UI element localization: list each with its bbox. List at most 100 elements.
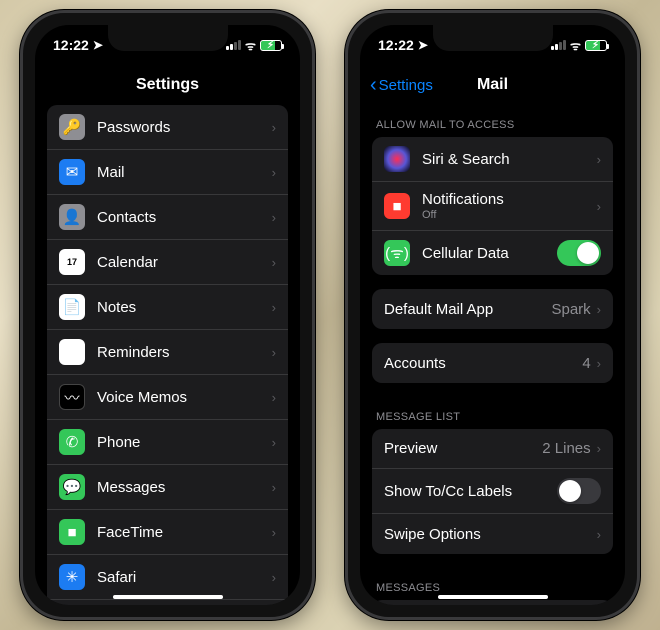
row-phone[interactable]: ✆ Phone › [47, 420, 288, 465]
home-indicator[interactable] [113, 595, 223, 599]
row-contacts[interactable]: 👤 Contacts › [47, 195, 288, 240]
location-icon: ➤ [93, 38, 103, 52]
battery-icon: ⚡︎ [260, 40, 282, 51]
row-label: Phone [97, 434, 272, 451]
status-time: 12:22 [53, 37, 89, 53]
chevron-right-icon: › [272, 345, 276, 360]
row-notes[interactable]: 📄 Notes › [47, 285, 288, 330]
row-swipe-options[interactable]: Swipe Options › [372, 514, 613, 554]
screen-left: 12:22 ➤ ᯤ ⚡︎ Settings 🔑 Passwords › ✉︎ M… [35, 25, 300, 605]
back-label: Settings [379, 77, 433, 94]
reminders-icon: ⦿ [59, 339, 85, 365]
row-cellular[interactable]: (ᯤ) Cellular Data [372, 231, 613, 275]
row-label: Passwords [97, 119, 272, 136]
row-label: Safari [97, 569, 272, 586]
row-label: Swipe Options [384, 526, 597, 543]
chevron-right-icon: › [597, 527, 601, 542]
chevron-right-icon: › [272, 210, 276, 225]
phone-left: 12:22 ➤ ᯤ ⚡︎ Settings 🔑 Passwords › ✉︎ M… [20, 10, 315, 620]
row-default-mail-app[interactable]: Default Mail App Spark › [372, 289, 613, 329]
row-label: Siri & Search [422, 151, 597, 168]
cellular-icon: (ᯤ) [384, 240, 410, 266]
chevron-right-icon: › [597, 152, 601, 167]
row-label: Calendar [97, 254, 272, 271]
chevron-right-icon: › [272, 480, 276, 495]
voicememos-icon: 〰 [59, 384, 85, 410]
notch [108, 25, 228, 51]
mail-settings[interactable]: ALLOW MAIL TO ACCESS Siri & Search › ■ N… [360, 105, 625, 605]
row-safari[interactable]: ✳︎ Safari › [47, 555, 288, 600]
notch [433, 25, 553, 51]
row-news[interactable]: N News › [47, 600, 288, 605]
row-ask-before-deleting[interactable]: Ask Before Deleting [372, 600, 613, 605]
row-mail[interactable]: ✉︎ Mail › [47, 150, 288, 195]
settings-list[interactable]: 🔑 Passwords › ✉︎ Mail › 👤 Contacts › 17 … [35, 105, 300, 605]
chevron-right-icon: › [272, 570, 276, 585]
row-reminders[interactable]: ⦿ Reminders › [47, 330, 288, 375]
safari-icon: ✳︎ [59, 564, 85, 590]
row-label: Cellular Data [422, 245, 557, 262]
nav-bar-left: Settings [35, 65, 300, 105]
row-messages[interactable]: 💬 Messages › [47, 465, 288, 510]
notes-icon: 📄 [59, 294, 85, 320]
location-icon: ➤ [418, 38, 428, 52]
signal-icon [551, 40, 566, 50]
siri-icon [384, 146, 410, 172]
page-title: Settings [136, 76, 199, 94]
toggle-switch[interactable] [557, 240, 601, 266]
chevron-right-icon: › [272, 165, 276, 180]
row-notifications[interactable]: ■ NotificationsOff › [372, 182, 613, 231]
row-sub: Off [422, 209, 597, 221]
accounts-group: Accounts 4 › [372, 343, 613, 383]
chevron-right-icon: › [272, 300, 276, 315]
row-label: Preview [384, 440, 542, 457]
chevron-right-icon: › [272, 390, 276, 405]
section-header-msglist: MESSAGE LIST [360, 397, 625, 429]
chevron-right-icon: › [597, 302, 601, 317]
row-label: Accounts [384, 355, 582, 372]
chevron-right-icon: › [597, 356, 601, 371]
row-show-to-cc-labels[interactable]: Show To/Cc Labels [372, 469, 613, 514]
passwords-icon: 🔑 [59, 114, 85, 140]
row-accounts[interactable]: Accounts 4 › [372, 343, 613, 383]
row-label: Messages [97, 479, 272, 496]
page-title: Mail [477, 76, 508, 94]
nav-bar-right: ‹ Settings Mail [360, 65, 625, 105]
row-preview[interactable]: Preview 2 Lines › [372, 429, 613, 469]
mail-icon: ✉︎ [59, 159, 85, 185]
row-label: Show To/Cc Labels [384, 483, 557, 500]
chevron-right-icon: › [272, 525, 276, 540]
chevron-right-icon: › [272, 120, 276, 135]
battery-icon: ⚡︎ [585, 40, 607, 51]
toggle-switch[interactable] [557, 478, 601, 504]
calendar-icon: 17 [59, 249, 85, 275]
home-indicator[interactable] [438, 595, 548, 599]
back-button[interactable]: ‹ Settings [370, 74, 433, 97]
row-label: Notes [97, 299, 272, 316]
screen-right: 12:22 ➤ ᯤ ⚡︎ ‹ Settings Mail ALLOW MAIL … [360, 25, 625, 605]
row-label: Default Mail App [384, 301, 551, 318]
row-label: FaceTime [97, 524, 272, 541]
phone-right: 12:22 ➤ ᯤ ⚡︎ ‹ Settings Mail ALLOW MAIL … [345, 10, 640, 620]
row-label: Notifications [422, 191, 597, 208]
row-detail: 2 Lines [542, 440, 590, 457]
row-label: Mail [97, 164, 272, 181]
chevron-right-icon: › [272, 255, 276, 270]
phone-icon: ✆ [59, 429, 85, 455]
status-time: 12:22 [378, 37, 414, 53]
row-calendar[interactable]: 17 Calendar › [47, 240, 288, 285]
chevron-right-icon: › [272, 435, 276, 450]
row-label: Voice Memos [97, 389, 272, 406]
chevron-right-icon: › [597, 441, 601, 456]
facetime-icon: ■ [59, 519, 85, 545]
messages-icon: 💬 [59, 474, 85, 500]
notifications-icon: ■ [384, 193, 410, 219]
chevron-left-icon: ‹ [370, 74, 377, 97]
wifi-icon: ᯤ [570, 37, 581, 54]
contacts-icon: 👤 [59, 204, 85, 230]
chevron-right-icon: › [597, 199, 601, 214]
row-facetime[interactable]: ■ FaceTime › [47, 510, 288, 555]
row-siri[interactable]: Siri & Search › [372, 137, 613, 182]
row-voicememos[interactable]: 〰 Voice Memos › [47, 375, 288, 420]
row-passwords[interactable]: 🔑 Passwords › [47, 105, 288, 150]
